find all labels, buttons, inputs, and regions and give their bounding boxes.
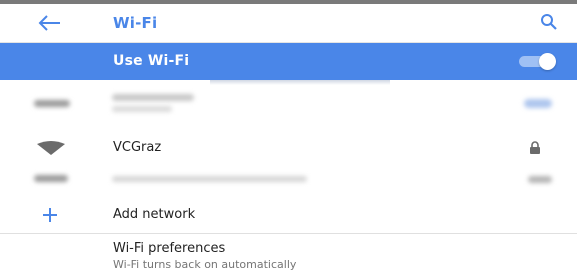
blurred-network-badge (528, 176, 552, 183)
network-name: VCGraz (113, 140, 162, 155)
wifi-signal-icon (36, 140, 66, 156)
arrow-left-icon[interactable] (36, 12, 62, 34)
wifi-toggle[interactable] (519, 53, 557, 70)
wifi-preferences-title: Wi-Fi preferences (113, 241, 226, 256)
wifi-preferences-subtitle: Wi-Fi turns back on automatically (113, 258, 297, 271)
blurred-network-name (112, 94, 194, 101)
use-wifi-label: Use Wi-Fi (113, 53, 190, 69)
network-item-vcgraz[interactable]: VCGraz (0, 128, 577, 166)
lock-icon (529, 140, 541, 154)
plus-icon (41, 206, 59, 224)
search-icon[interactable] (540, 13, 558, 31)
blurred-network-badge (524, 99, 552, 108)
divider (0, 233, 577, 234)
blurred-network-status (112, 106, 172, 112)
page-title: Wi-Fi (113, 14, 158, 32)
network-item-obscured-2[interactable] (0, 166, 577, 196)
blurred-network-name (112, 176, 307, 182)
wifi-signal-icon (34, 100, 70, 107)
use-wifi-switch-bar[interactable]: Use Wi-Fi (0, 43, 577, 80)
app-bar: Wi-Fi (0, 4, 577, 43)
add-network-label: Add network (113, 207, 196, 222)
toggle-thumb (539, 53, 556, 70)
wifi-signal-icon (34, 175, 68, 182)
network-item-obscured-1[interactable] (0, 84, 577, 122)
add-network-item[interactable]: Add network (0, 198, 577, 232)
